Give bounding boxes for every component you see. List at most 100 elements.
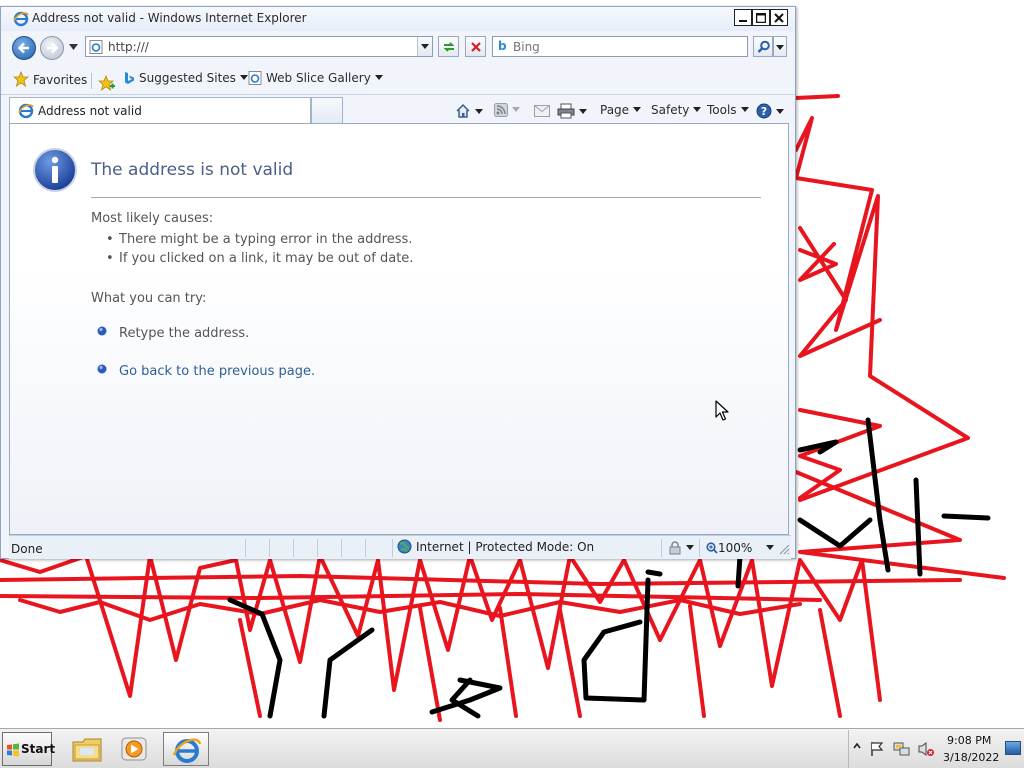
clock-time[interactable]: 9:08 PM — [947, 734, 991, 747]
tab-row: Address not valid Page Safety Tools ? — [1, 95, 795, 123]
page-menu[interactable]: Page — [600, 103, 642, 121]
favorites-bar: Favorites Suggested Sites Web Slice Gall… — [1, 65, 795, 95]
chevron-down-icon — [693, 107, 702, 112]
causes-heading: Most likely causes: — [91, 211, 214, 226]
home-button[interactable] — [455, 103, 483, 121]
cause-item: There might be a typing error in the add… — [106, 232, 412, 247]
retype-address-text: Retype the address. — [119, 326, 250, 341]
stop-x-icon — [471, 42, 481, 52]
forward-button[interactable] — [40, 36, 64, 60]
error-title: The address is not valid — [91, 160, 294, 180]
taskbar-media-player[interactable] — [112, 732, 158, 766]
start-button[interactable]: Start — [2, 732, 56, 766]
network-icon[interactable] — [893, 741, 911, 757]
bing-logo-icon — [125, 72, 134, 84]
maximize-button[interactable] — [752, 9, 770, 26]
security-zone[interactable]: Internet | Protected Mode: On — [392, 539, 594, 557]
protected-mode-button[interactable] — [661, 539, 699, 557]
mail-icon — [534, 105, 550, 117]
search-button[interactable] — [753, 36, 773, 57]
ie-logo-icon — [13, 11, 29, 27]
tab-address-not-valid[interactable]: Address not valid — [9, 97, 311, 123]
zone-label: Internet | Protected Mode: On — [416, 540, 595, 554]
chevron-down-icon — [421, 44, 429, 49]
rss-feed-icon — [494, 103, 508, 117]
stop-button[interactable] — [465, 36, 486, 57]
chevron-down-icon — [633, 107, 642, 112]
refresh-icon — [443, 42, 455, 52]
help-button[interactable]: ? — [756, 103, 784, 121]
web-slice-gallery-label: Web Slice Gallery — [266, 71, 371, 85]
chevron-down-icon — [475, 109, 483, 114]
bing-logo-icon: b — [498, 39, 507, 53]
status-cell — [341, 539, 365, 557]
add-to-favorites-bar-icon[interactable] — [98, 75, 116, 91]
suggested-sites-link[interactable]: Suggested Sites — [123, 71, 248, 89]
blue-bullet-icon — [97, 326, 107, 336]
blue-bullet-icon — [97, 364, 107, 374]
clock-date[interactable]: 3/18/2022 — [943, 751, 999, 764]
start-label: Start — [21, 742, 56, 756]
ie-window: Address not valid - Windows Internet Exp… — [0, 6, 796, 559]
favorites-separator — [91, 73, 92, 89]
suggested-sites-label: Suggested Sites — [139, 71, 236, 85]
page-content: The address is not valid Most likely cau… — [9, 123, 789, 535]
lock-icon — [669, 541, 681, 555]
error-divider — [91, 197, 761, 198]
favorites-label: Favorites — [33, 73, 88, 87]
new-tab-button[interactable] — [311, 97, 343, 123]
cause-item: If you clicked on a link, it may be out … — [106, 251, 413, 266]
go-back-link[interactable]: Go back to the previous page. — [119, 364, 315, 379]
taskbar-internet-explorer[interactable] — [163, 732, 209, 766]
favorites-button[interactable]: Favorites — [12, 70, 88, 89]
zoom-icon — [706, 542, 718, 554]
back-arrow-icon — [17, 42, 29, 54]
safety-menu[interactable]: Safety — [651, 103, 702, 121]
search-box[interactable]: b — [492, 36, 748, 57]
help-icon: ? — [756, 103, 772, 119]
show-desktop-button[interactable] — [1005, 741, 1021, 755]
windows-explorer-icon — [72, 738, 102, 762]
refresh-button[interactable] — [438, 36, 459, 57]
zoom-level: 100% — [718, 541, 753, 555]
taskbar: Start 9:08 PM 3/18/2022 — [0, 728, 1024, 768]
tab-title: Address not valid — [38, 104, 142, 118]
recent-pages-chevron-down-icon[interactable] — [69, 44, 78, 50]
internet-explorer-icon — [172, 738, 202, 763]
web-slice-gallery-link[interactable]: Web Slice Gallery — [248, 71, 383, 89]
status-cell — [245, 539, 269, 557]
try-heading: What you can try: — [91, 291, 207, 306]
minimize-icon — [739, 20, 747, 22]
window-title: Address not valid - Windows Internet Exp… — [32, 11, 307, 25]
mouse-cursor-icon — [715, 400, 729, 421]
chevron-down-icon — [239, 75, 248, 80]
windows-logo-icon — [7, 743, 19, 757]
address-bar[interactable] — [85, 36, 433, 57]
print-button[interactable] — [557, 103, 587, 121]
show-hidden-icons-chevron-up-icon[interactable] — [853, 742, 861, 750]
search-icon — [757, 40, 770, 53]
address-dropdown-button[interactable] — [417, 37, 432, 56]
address-input[interactable] — [108, 38, 408, 55]
back-button[interactable] — [12, 36, 36, 60]
zoom-control[interactable]: 100% — [699, 539, 777, 557]
search-options-button[interactable] — [773, 36, 787, 57]
action-center-flag-icon[interactable] — [869, 741, 885, 757]
maximize-icon — [756, 13, 766, 23]
resize-grip-icon[interactable] — [779, 544, 790, 555]
title-bar[interactable]: Address not valid - Windows Internet Exp… — [1, 7, 795, 31]
search-input[interactable] — [513, 38, 733, 55]
close-button[interactable] — [770, 9, 788, 26]
close-icon — [774, 13, 784, 23]
volume-muted-icon[interactable] — [917, 741, 935, 757]
chevron-down-icon — [374, 75, 383, 80]
feeds-button[interactable] — [494, 103, 520, 121]
minimize-button[interactable] — [734, 9, 752, 26]
taskbar-windows-explorer[interactable] — [64, 732, 110, 766]
status-cell — [269, 539, 293, 557]
tools-menu[interactable]: Tools — [707, 103, 749, 121]
globe-icon — [397, 539, 412, 554]
read-mail-button[interactable] — [534, 103, 550, 121]
status-bar: Done Internet | Protected Mode: On 100% — [9, 535, 791, 559]
chevron-down-icon — [776, 109, 784, 114]
